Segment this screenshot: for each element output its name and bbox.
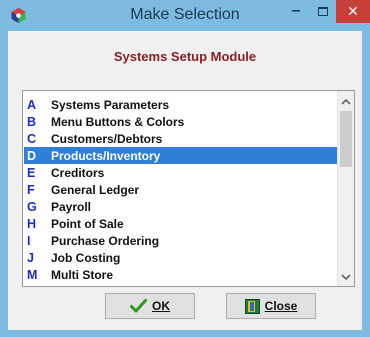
item-key: G: [27, 199, 37, 214]
exit-door-icon: [244, 298, 260, 314]
item-key: C: [27, 131, 37, 146]
list-item[interactable]: C Customers/Debtors: [24, 130, 343, 147]
make-selection-window: Make Selection − ✕ Systems Setup Module …: [0, 0, 370, 337]
item-label: Customers/Debtors: [51, 131, 163, 146]
list-item[interactable]: I Purchase Ordering: [24, 232, 343, 249]
chevron-up-icon: [341, 98, 351, 105]
close-label: Close: [264, 299, 298, 313]
maximize-icon: [317, 7, 328, 16]
item-label: General Ledger: [51, 182, 140, 197]
item-key: E: [27, 165, 36, 180]
item-label: Systems Parameters: [51, 97, 170, 112]
item-label: Point of Sale: [51, 216, 124, 231]
list-item[interactable]: H Point of Sale: [24, 215, 343, 232]
list-item[interactable]: J Job Costing: [24, 249, 343, 266]
checkmark-icon: [130, 299, 147, 313]
module-list: A Systems Parameters B Menu Buttons & Co…: [24, 96, 343, 285]
module-heading: Systems Setup Module: [113, 49, 257, 64]
close-icon: ✕: [347, 3, 359, 20]
list-item[interactable]: M Multi Store: [24, 266, 343, 283]
item-key: H: [27, 216, 37, 231]
item-key: A: [27, 97, 37, 112]
item-label: Purchase Ordering: [51, 233, 160, 248]
item-label: Menu Buttons & Colors: [51, 114, 185, 129]
title-bar[interactable]: Make Selection − ✕: [0, 0, 370, 31]
item-label: Creditors: [51, 165, 105, 180]
ok-button[interactable]: OK: [105, 293, 195, 319]
chevron-down-icon: [341, 274, 351, 281]
vertical-scrollbar[interactable]: [337, 91, 354, 286]
close-button[interactable]: Close: [226, 293, 316, 319]
ok-label: OK: [152, 299, 170, 313]
maximize-button[interactable]: [309, 0, 336, 23]
list-item[interactable]: B Menu Buttons & Colors: [24, 113, 343, 130]
list-item[interactable]: F General Ledger: [24, 181, 343, 198]
item-key: F: [27, 182, 35, 197]
item-key: J: [27, 250, 34, 265]
item-key: M: [27, 267, 38, 282]
item-label: Payroll: [51, 199, 92, 214]
list-item[interactable]: G Payroll: [24, 198, 343, 215]
scroll-thumb[interactable]: [340, 111, 352, 167]
close-window-button[interactable]: ✕: [336, 0, 370, 23]
list-item-selected[interactable]: D Products/Inventory: [24, 147, 343, 164]
list-item[interactable]: E Creditors: [24, 164, 343, 181]
scroll-up-button[interactable]: [338, 93, 354, 110]
scroll-down-button[interactable]: [338, 269, 354, 286]
item-key: D: [27, 148, 37, 163]
item-label: Products/Inventory: [51, 148, 161, 163]
item-key: I: [27, 233, 31, 248]
list-item[interactable]: A Systems Parameters: [24, 96, 343, 113]
item-label: Job Costing: [51, 250, 121, 265]
minimize-icon: −: [290, 4, 302, 19]
item-label: Multi Store: [51, 267, 113, 282]
module-listbox[interactable]: A Systems Parameters B Menu Buttons & Co…: [22, 90, 355, 287]
item-key: B: [27, 114, 37, 129]
minimize-button[interactable]: −: [283, 0, 309, 23]
dialog-body: Systems Setup Module A Systems Parameter…: [8, 31, 362, 330]
